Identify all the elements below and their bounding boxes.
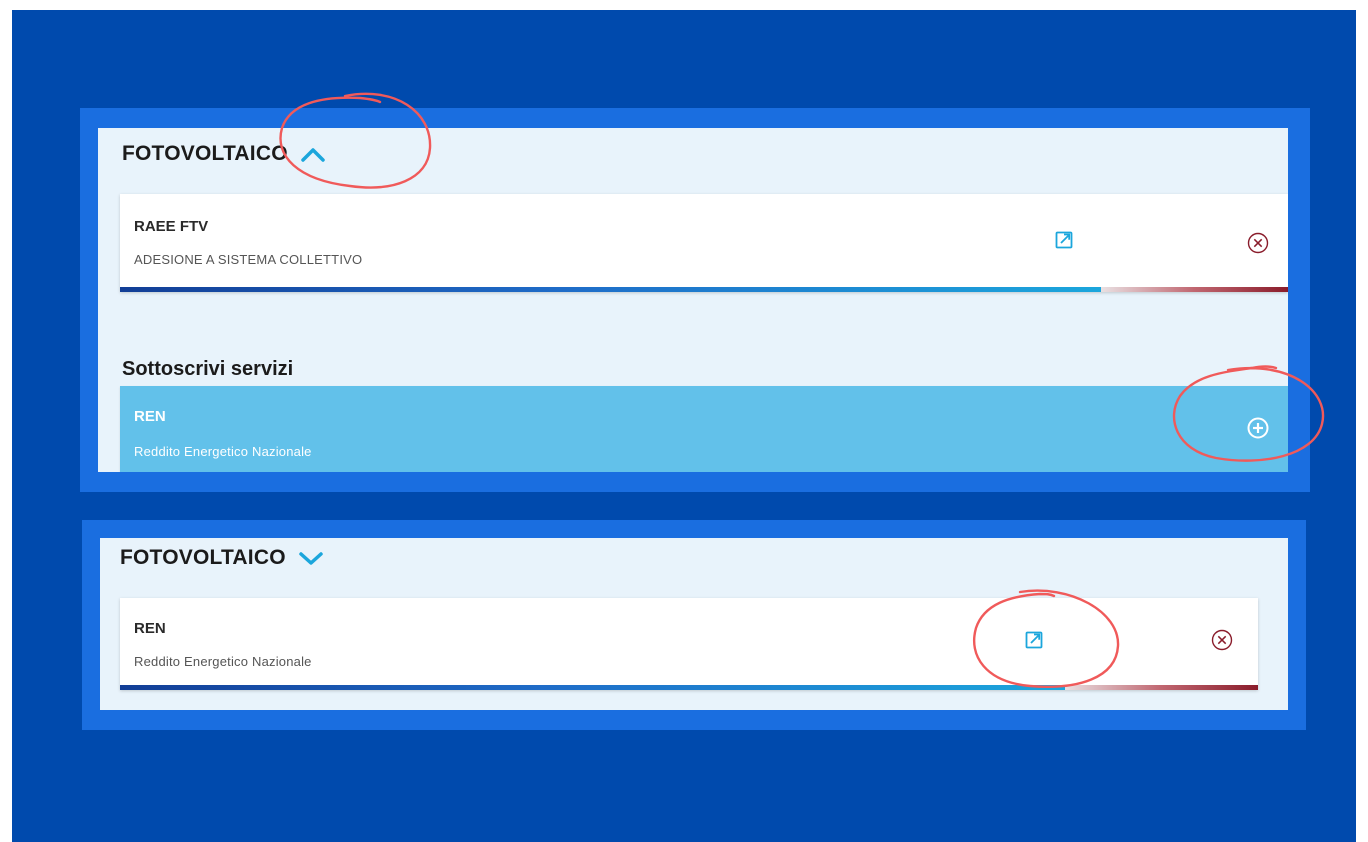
external-link-icon[interactable] xyxy=(1022,628,1046,652)
circle-x-icon[interactable] xyxy=(1246,231,1270,255)
progress-fill xyxy=(120,287,1102,292)
circle-plus-icon[interactable] xyxy=(1246,416,1270,440)
service-subtitle: Reddito Energetico Nazionale xyxy=(134,444,312,459)
background-canvas: FOTOVOLTAICO RAEE FTV ADESIONE A SISTEMA… xyxy=(12,10,1356,842)
bottom-panel: FOTOVOLTAICO REN Reddito Energetico Nazi… xyxy=(100,538,1288,710)
external-link-icon[interactable] xyxy=(1052,228,1076,252)
card-subtitle: Reddito Energetico Nazionale xyxy=(134,654,312,669)
progress-remainder xyxy=(1064,685,1258,690)
service-title: REN xyxy=(134,408,166,425)
section-header-fotovoltaico[interactable]: FOTOVOLTAICO xyxy=(122,142,326,166)
top-frame: FOTOVOLTAICO RAEE FTV ADESIONE A SISTEMA… xyxy=(80,108,1310,492)
progress-bar xyxy=(120,685,1258,690)
progress-bar xyxy=(120,287,1288,292)
bottom-frame: FOTOVOLTAICO REN Reddito Energetico Nazi… xyxy=(82,520,1306,730)
subscribe-services-heading: Sottoscrivi servizi xyxy=(122,358,294,380)
card-title: REN xyxy=(134,620,166,637)
service-item-ren[interactable]: REN Reddito Energetico Nazionale xyxy=(120,386,1288,472)
card-title: RAEE FTV xyxy=(134,218,209,235)
section-title: FOTOVOLTAICO xyxy=(120,546,286,569)
top-panel: FOTOVOLTAICO RAEE FTV ADESIONE A SISTEMA… xyxy=(98,128,1288,472)
chevron-down-icon[interactable] xyxy=(298,549,324,567)
card-subtitle: ADESIONE A SISTEMA COLLETTIVO xyxy=(134,252,363,267)
circle-x-icon[interactable] xyxy=(1210,628,1234,652)
service-card-raee-ftv: RAEE FTV ADESIONE A SISTEMA COLLETTIVO xyxy=(120,194,1288,292)
progress-fill xyxy=(120,685,1065,690)
chevron-up-icon[interactable] xyxy=(300,145,326,163)
section-title: FOTOVOLTAICO xyxy=(122,142,288,165)
service-card-ren: REN Reddito Energetico Nazionale xyxy=(120,598,1258,690)
section-header-fotovoltaico[interactable]: FOTOVOLTAICO xyxy=(120,546,324,570)
progress-remainder xyxy=(1101,287,1288,292)
